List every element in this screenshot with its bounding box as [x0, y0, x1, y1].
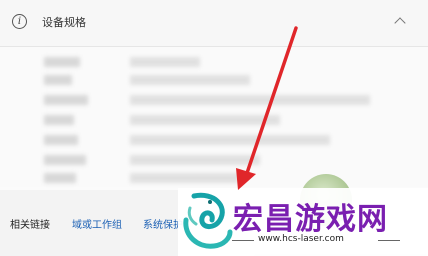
- red-arrow-annotation: [236, 26, 298, 190]
